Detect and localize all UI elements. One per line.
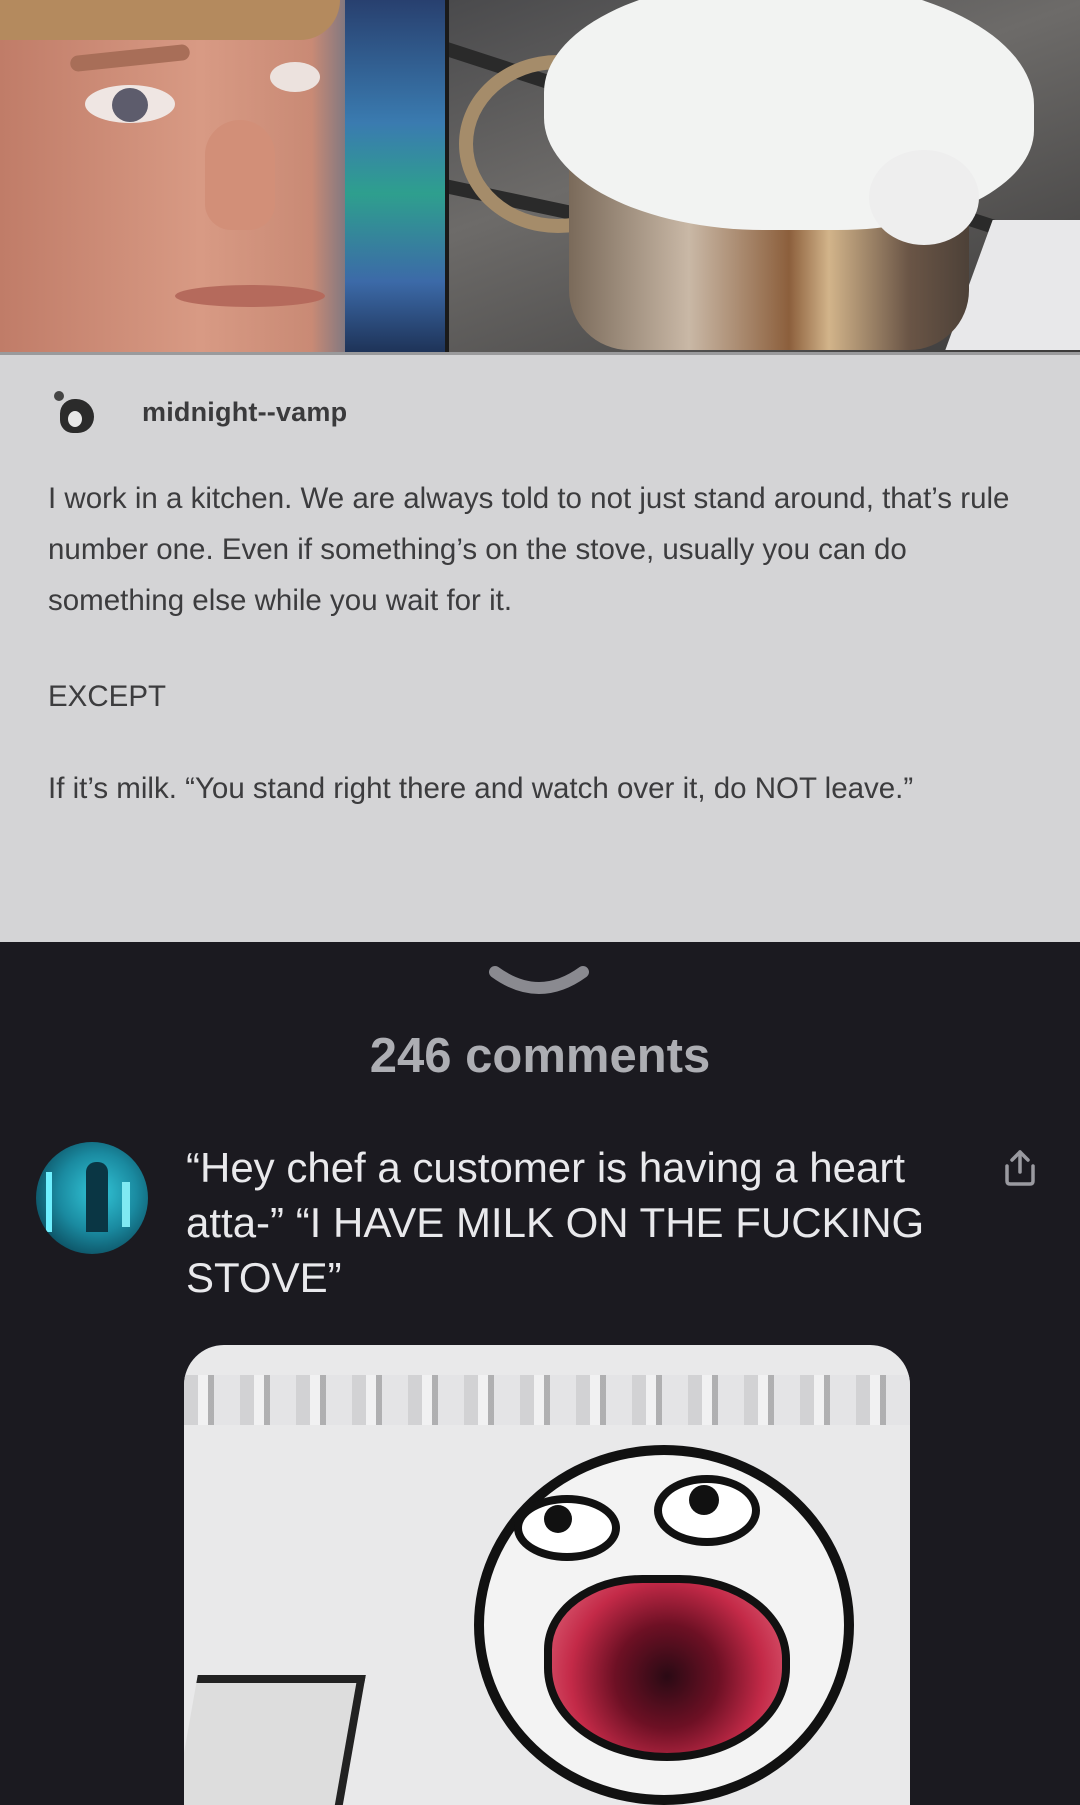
- chevron-down-icon[interactable]: [489, 964, 589, 1004]
- boiling-milk-panel: [449, 0, 1080, 352]
- tumblr-avatar: [50, 389, 100, 445]
- comment-image[interactable]: [184, 1345, 910, 1805]
- post-paragraph: If it’s milk. “You stand right there and…: [48, 772, 914, 805]
- avatar[interactable]: [36, 1142, 148, 1254]
- tumblr-username: midnight--vamp: [142, 397, 348, 427]
- post-paragraph: I work in a kitchen. We are always told …: [48, 482, 1010, 617]
- share-icon[interactable]: [1002, 1148, 1038, 1188]
- post-image[interactable]: midnight--vamp I work in a kitchen. We a…: [0, 0, 1080, 942]
- tumblr-post-screenshot: midnight--vamp I work in a kitchen. We a…: [0, 355, 1080, 942]
- post-paragraph: EXCEPT: [48, 680, 167, 713]
- comment-text: “Hey chef a customer is having a heart a…: [186, 1144, 925, 1301]
- man-looking-panel: [0, 0, 445, 352]
- comments-count: 246 comments: [369, 1029, 711, 1083]
